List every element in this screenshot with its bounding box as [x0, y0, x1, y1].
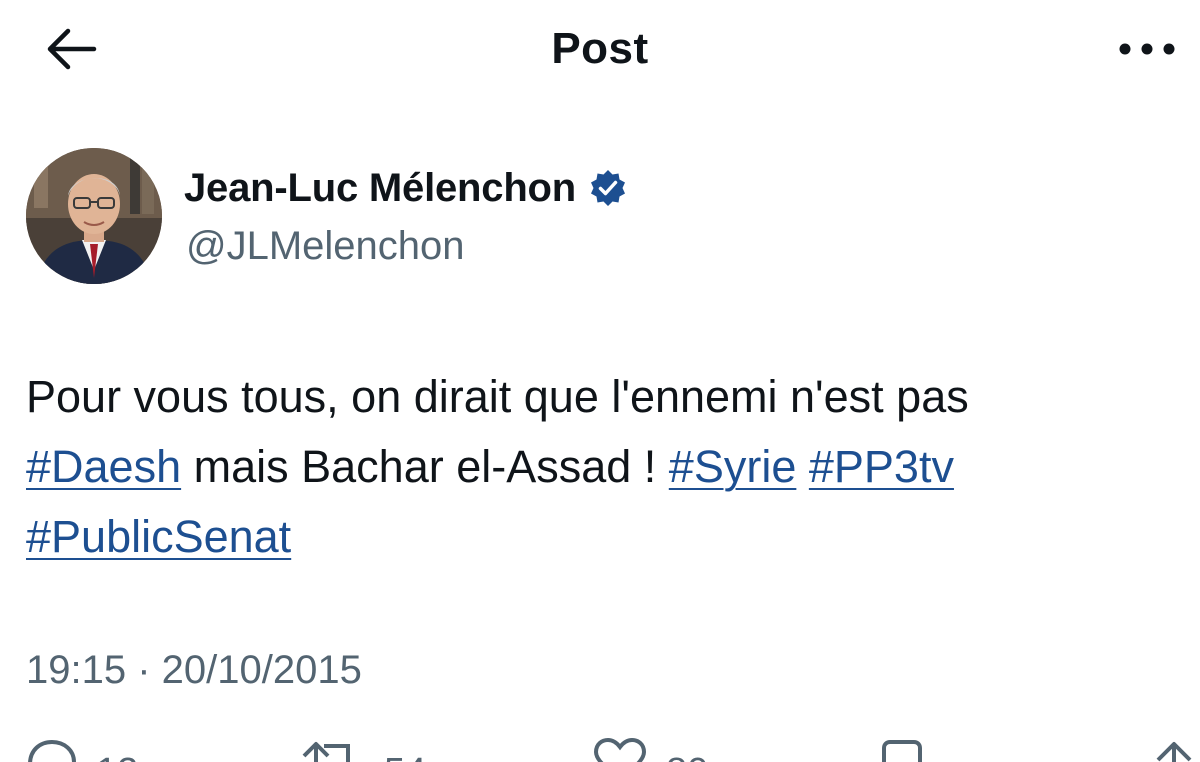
post-text-segment: mais Bachar el-Assad ! [181, 441, 669, 492]
avatar-image [26, 148, 162, 284]
share-icon [1156, 742, 1192, 762]
bookmark-icon [882, 740, 922, 762]
author-name[interactable]: Jean-Luc Mélenchon [184, 163, 576, 213]
like-count: 80 [666, 752, 708, 762]
heart-icon [593, 738, 647, 762]
post-timestamp[interactable]: 19:15 · 20/10/2015 [26, 645, 362, 695]
hashtag-link-pp3tv[interactable]: #PP3tv [809, 441, 954, 492]
page-title: Post [551, 24, 649, 73]
author-handle[interactable]: @JLMelenchon [186, 221, 465, 271]
reply-button[interactable]: 12 [26, 738, 138, 762]
more-horizontal-icon [1119, 43, 1175, 55]
verified-badge-icon [588, 168, 628, 208]
post-text: Pour vous tous, on dirait que l'ennemi n… [26, 362, 1176, 572]
share-button[interactable] [1150, 738, 1198, 762]
hashtag-link-syrie[interactable]: #Syrie [669, 441, 797, 492]
bookmark-button[interactable] [878, 738, 926, 762]
repost-count: 54 [384, 752, 426, 762]
author-name-row: Jean-Luc Mélenchon [184, 163, 628, 213]
repost-button[interactable]: 54 [300, 738, 426, 762]
reply-icon [28, 739, 77, 762]
hashtag-link-daesh[interactable]: #Daesh [26, 441, 181, 492]
hashtag-link-publicsenat[interactable]: #PublicSenat [26, 511, 291, 562]
like-button[interactable]: 80 [592, 738, 708, 762]
repost-icon [302, 742, 350, 762]
more-options-button[interactable] [1112, 24, 1182, 74]
reply-count: 12 [96, 752, 138, 762]
avatar[interactable] [26, 148, 162, 284]
post-text-segment: Pour vous tous, on dirait que l'ennemi n… [26, 371, 969, 422]
